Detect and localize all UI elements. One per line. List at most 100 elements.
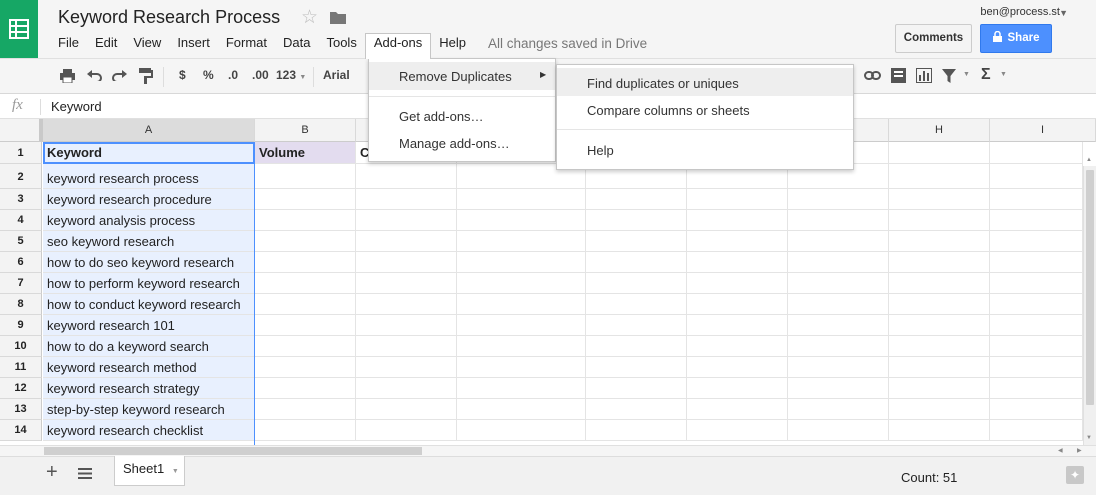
cell[interactable] bbox=[457, 294, 586, 315]
cell-keyword[interactable]: seo keyword research bbox=[43, 231, 255, 252]
row-header[interactable]: 12 bbox=[0, 378, 42, 399]
cell[interactable] bbox=[889, 315, 990, 336]
cell[interactable] bbox=[457, 315, 586, 336]
menu-insert[interactable]: Insert bbox=[169, 33, 218, 53]
row-header[interactable]: 1 bbox=[0, 142, 42, 164]
cell[interactable] bbox=[889, 252, 990, 273]
cell[interactable] bbox=[255, 294, 356, 315]
horizontal-scrollbar[interactable]: ◀ ▶ bbox=[0, 445, 1096, 456]
cell[interactable] bbox=[889, 378, 990, 399]
cell-keyword[interactable]: how to perform keyword research bbox=[43, 273, 255, 294]
cell[interactable] bbox=[586, 378, 687, 399]
cell-keyword[interactable]: keyword research process bbox=[43, 164, 255, 189]
cell-keyword[interactable]: keyword research strategy bbox=[43, 378, 255, 399]
paint-format-icon[interactable] bbox=[139, 68, 153, 84]
column-header-h[interactable]: H bbox=[889, 119, 990, 142]
cell[interactable] bbox=[457, 336, 586, 357]
cell[interactable] bbox=[788, 336, 889, 357]
menu-view[interactable]: View bbox=[125, 33, 169, 53]
cell[interactable] bbox=[889, 210, 990, 231]
menu-item-help[interactable]: Help bbox=[587, 143, 614, 158]
menu-format[interactable]: Format bbox=[218, 33, 275, 53]
cell[interactable] bbox=[889, 420, 990, 441]
column-header-a[interactable]: A bbox=[43, 119, 255, 142]
scroll-down-icon[interactable]: ▼ bbox=[1086, 435, 1092, 441]
cell[interactable] bbox=[457, 273, 586, 294]
cell[interactable] bbox=[687, 378, 788, 399]
cell[interactable] bbox=[356, 357, 457, 378]
cell[interactable] bbox=[457, 399, 586, 420]
cell[interactable] bbox=[788, 315, 889, 336]
cell[interactable] bbox=[586, 357, 687, 378]
cell[interactable] bbox=[990, 357, 1083, 378]
cell[interactable] bbox=[990, 420, 1083, 441]
decrease-decimal-button[interactable]: .0 bbox=[228, 68, 238, 82]
sheets-logo-icon[interactable] bbox=[0, 0, 38, 58]
cell[interactable] bbox=[356, 273, 457, 294]
share-button[interactable]: Share bbox=[980, 24, 1052, 53]
selection-count[interactable]: Count: 51 bbox=[901, 470, 957, 485]
cell[interactable] bbox=[889, 164, 990, 189]
add-sheet-icon[interactable]: + bbox=[46, 461, 58, 484]
cell[interactable] bbox=[457, 231, 586, 252]
menu-file[interactable]: File bbox=[50, 33, 87, 53]
cell[interactable] bbox=[255, 252, 356, 273]
cell[interactable] bbox=[687, 231, 788, 252]
functions-icon[interactable]: Σ bbox=[981, 66, 991, 84]
filter-icon[interactable] bbox=[942, 69, 956, 83]
cell[interactable] bbox=[990, 315, 1083, 336]
undo-icon[interactable] bbox=[87, 70, 102, 81]
select-all-corner[interactable] bbox=[0, 119, 43, 142]
currency-format-button[interactable]: $ bbox=[179, 68, 186, 82]
link-icon[interactable] bbox=[864, 71, 881, 80]
row-header[interactable]: 6 bbox=[0, 252, 42, 273]
cell[interactable] bbox=[889, 189, 990, 210]
cell[interactable] bbox=[356, 420, 457, 441]
comments-button[interactable]: Comments bbox=[895, 24, 972, 53]
cell[interactable] bbox=[457, 378, 586, 399]
cell[interactable] bbox=[356, 189, 457, 210]
cell[interactable] bbox=[356, 336, 457, 357]
cell[interactable] bbox=[687, 420, 788, 441]
cell[interactable] bbox=[586, 189, 687, 210]
menu-item-remove-duplicates[interactable]: Remove Duplicates bbox=[399, 69, 512, 84]
cell-keyword[interactable]: how to conduct keyword research bbox=[43, 294, 255, 315]
cell[interactable] bbox=[255, 399, 356, 420]
cell[interactable] bbox=[586, 399, 687, 420]
redo-icon[interactable] bbox=[112, 70, 127, 81]
menu-help[interactable]: Help bbox=[431, 33, 474, 53]
cell[interactable] bbox=[255, 420, 356, 441]
cell[interactable] bbox=[687, 336, 788, 357]
cell[interactable] bbox=[457, 189, 586, 210]
row-header[interactable]: 10 bbox=[0, 336, 42, 357]
cell[interactable] bbox=[889, 357, 990, 378]
cell[interactable] bbox=[990, 378, 1083, 399]
row-header[interactable]: 9 bbox=[0, 315, 42, 336]
more-formats-button[interactable]: 123 ▼ bbox=[276, 68, 306, 82]
cell[interactable] bbox=[687, 189, 788, 210]
cell-keyword[interactable]: step-by-step keyword research bbox=[43, 399, 255, 420]
cell[interactable] bbox=[788, 294, 889, 315]
print-icon[interactable] bbox=[60, 69, 75, 83]
scroll-right-icon[interactable]: ▶ bbox=[1077, 447, 1082, 454]
cell-keyword[interactable]: keyword research checklist bbox=[43, 420, 255, 441]
cell-keyword[interactable]: how to do seo keyword research bbox=[43, 252, 255, 273]
comment-icon[interactable] bbox=[891, 68, 906, 83]
increase-decimal-button[interactable]: .00 bbox=[252, 68, 269, 82]
cell[interactable] bbox=[586, 420, 687, 441]
cell[interactable] bbox=[788, 231, 889, 252]
cell[interactable] bbox=[356, 378, 457, 399]
cell[interactable] bbox=[889, 142, 990, 164]
column-header-b[interactable]: B bbox=[255, 119, 356, 142]
cell-keyword[interactable]: how to do a keyword search bbox=[43, 336, 255, 357]
document-title[interactable]: Keyword Research Process bbox=[58, 7, 280, 28]
font-family-select[interactable]: Arial bbox=[323, 68, 350, 82]
cell[interactable] bbox=[255, 189, 356, 210]
column-header-i[interactable]: I bbox=[990, 119, 1096, 142]
cell[interactable] bbox=[356, 399, 457, 420]
cell[interactable] bbox=[687, 294, 788, 315]
cell[interactable] bbox=[586, 294, 687, 315]
scroll-left-icon[interactable]: ◀ bbox=[1058, 447, 1063, 454]
menu-item-find-duplicates[interactable]: Find duplicates or uniques bbox=[587, 76, 739, 91]
cell[interactable] bbox=[990, 142, 1083, 164]
